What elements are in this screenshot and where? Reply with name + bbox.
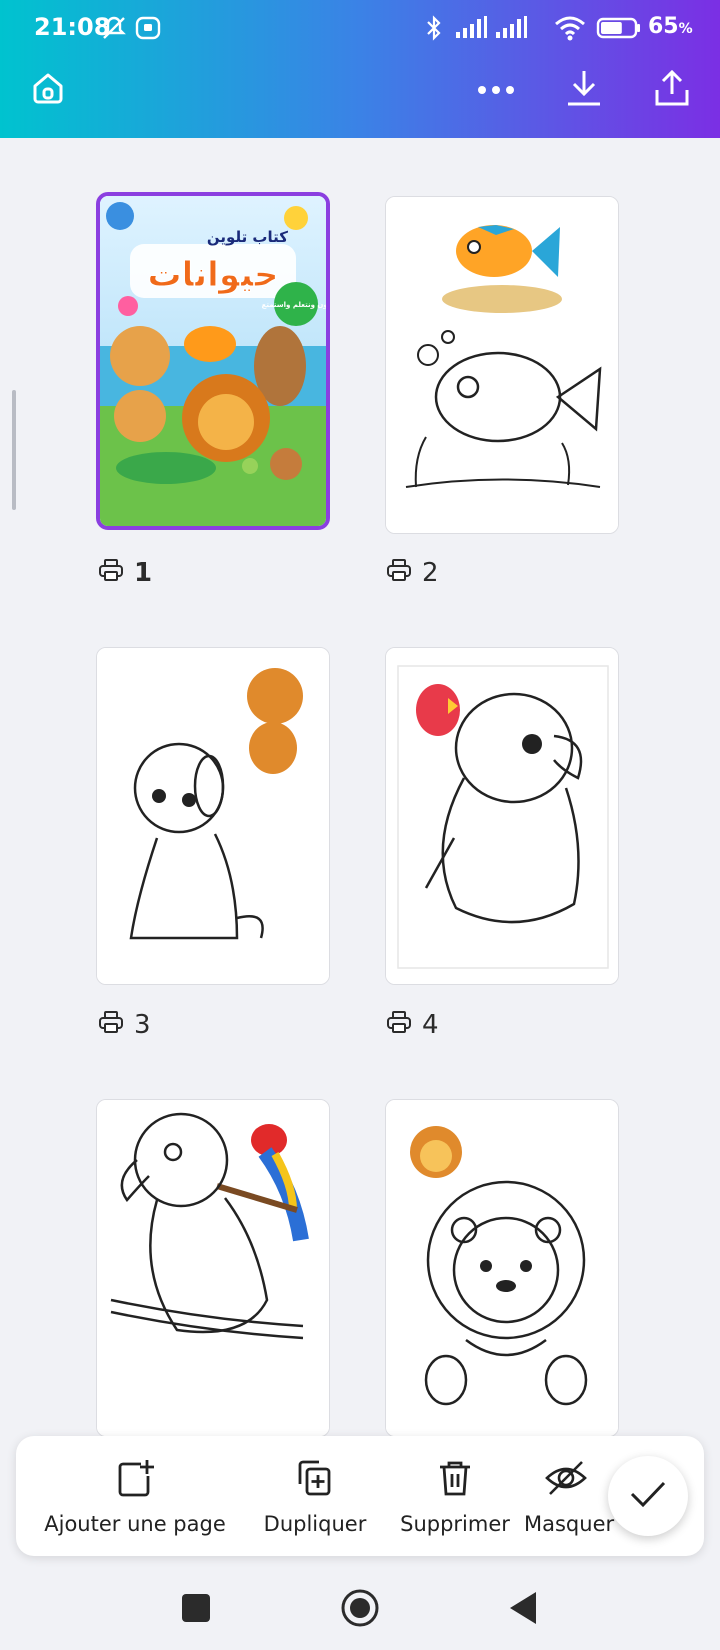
- app-header: 21:08 65%: [0, 0, 720, 138]
- cover-subtitle: كتاب تلوين: [207, 228, 288, 246]
- download-button[interactable]: [556, 64, 612, 116]
- printer-icon: [386, 557, 412, 590]
- printer-icon: [386, 1009, 412, 1042]
- battery-text: 65%: [648, 14, 693, 39]
- more-horizontal-icon: [476, 81, 516, 100]
- add-page-label: Ajouter une page: [44, 1512, 226, 1536]
- cover-badge: لون ونتعلم واستمتع: [262, 301, 326, 309]
- page-thumbnail-6[interactable]: [385, 1099, 619, 1437]
- duplicate-icon: [295, 1456, 335, 1500]
- back-button[interactable]: [494, 1580, 554, 1640]
- status-time: 21:08: [34, 13, 111, 41]
- delete-button[interactable]: Supprimer: [390, 1436, 520, 1556]
- page-thumbnail-5[interactable]: [96, 1099, 330, 1437]
- hide-label: Masquer: [524, 1512, 615, 1536]
- cover-title: حيوانات: [147, 255, 278, 295]
- bluetooth-icon: [424, 14, 444, 46]
- page-thumbnail-2[interactable]: [385, 196, 619, 534]
- signal-icon-2: [494, 14, 528, 46]
- eye-off-icon: [544, 1456, 588, 1500]
- page-number: 2: [422, 558, 439, 588]
- recents-button[interactable]: [166, 1580, 226, 1640]
- share-icon: [652, 68, 692, 112]
- delete-label: Supprimer: [400, 1512, 510, 1536]
- status-bar: 21:08 65%: [0, 0, 720, 56]
- mute-icon: [100, 14, 128, 46]
- printer-icon: [98, 557, 124, 590]
- fish-coloring-illustration: [386, 197, 618, 533]
- add-page-icon: [115, 1456, 155, 1500]
- parrot-coloring-illustration: [386, 648, 618, 984]
- page-number: 4: [422, 1010, 439, 1040]
- page-number: 1: [134, 558, 153, 588]
- macaw-coloring-illustration: [97, 1100, 329, 1436]
- notification-icon: [134, 14, 162, 46]
- battery-icon: [596, 14, 642, 46]
- page-label-4: 4: [386, 1008, 439, 1042]
- page-number: 3: [134, 1010, 151, 1040]
- page-label-3: 3: [98, 1008, 151, 1042]
- more-options-button[interactable]: [468, 64, 524, 116]
- checkmark-icon: [629, 1479, 667, 1513]
- back-triangle-icon: [510, 1592, 538, 1628]
- done-button[interactable]: [608, 1456, 688, 1536]
- cover-illustration: كتاب تلوين حيوانات لون ونتعلم واستمتع: [100, 196, 326, 526]
- page-label-2: 2: [386, 556, 439, 590]
- add-page-button[interactable]: Ajouter une page: [30, 1436, 240, 1556]
- puppy-coloring-illustration: [97, 648, 329, 984]
- system-navigation-bar: [0, 1570, 720, 1650]
- duplicate-button[interactable]: Dupliquer: [240, 1436, 390, 1556]
- page-actions-bar: Ajouter une page Dupliquer Supprimer Mas…: [16, 1436, 704, 1556]
- page-label-1: 1: [98, 556, 152, 590]
- duplicate-label: Dupliquer: [263, 1512, 367, 1536]
- lion-coloring-illustration: [386, 1100, 618, 1436]
- wifi-icon: [554, 14, 586, 46]
- home-button[interactable]: [20, 64, 76, 116]
- download-icon: [565, 68, 603, 112]
- page-thumbnail-1[interactable]: كتاب تلوين حيوانات لون ونتعلم واستمتع: [96, 192, 330, 530]
- signal-icon: [454, 14, 488, 46]
- square-icon: [182, 1594, 210, 1626]
- home-nav-button[interactable]: [330, 1580, 390, 1640]
- trash-icon: [435, 1456, 475, 1500]
- printer-icon: [98, 1009, 124, 1042]
- page-thumbnail-3[interactable]: [96, 647, 330, 985]
- home-icon: [29, 69, 67, 111]
- scrollbar[interactable]: [12, 390, 16, 510]
- share-button[interactable]: [644, 64, 700, 116]
- page-thumbnail-4[interactable]: [385, 647, 619, 985]
- circle-icon: [340, 1588, 380, 1632]
